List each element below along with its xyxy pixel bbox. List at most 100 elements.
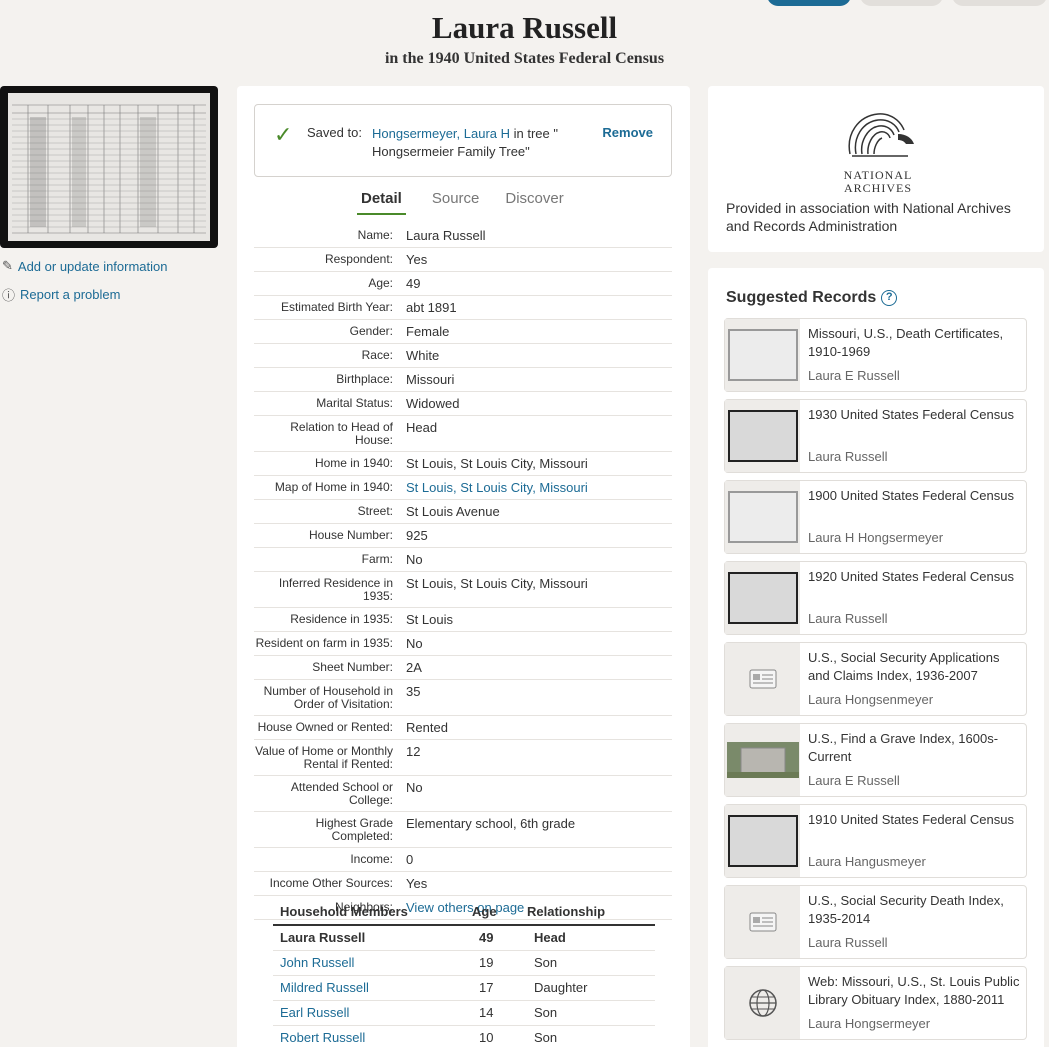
tab-detail[interactable]: Detail [357,190,406,215]
detail-value: 925 [406,528,428,543]
detail-label: Inferred Residence in 1935: [278,576,393,603]
detail-label: Sheet Number: [312,660,393,674]
saved-person-link[interactable]: Hongsermeyer, Laura H [372,126,510,141]
detail-row: Street: St Louis Avenue [254,500,672,524]
suggested-record-name: Laura Hongsermeyer [808,1016,931,1031]
suggested-records-title: Suggested Records ? [726,289,898,307]
detail-label: Income Other Sources: [269,876,393,890]
detail-label: Relation to Head of House: [290,420,393,447]
household-row: John Russell 19 Son [273,951,655,976]
household-member-age: 10 [479,1030,494,1045]
detail-value: Elementary school, 6th grade [406,816,576,831]
detail-label: Highest Grade Completed: [315,816,393,843]
household-member-link[interactable]: Earl Russell [280,1005,479,1020]
tab-discover[interactable]: Discover [505,190,563,215]
record-detail-panel: ✓ Saved to: Hongsermeyer, Laura H in tre… [237,86,690,1047]
document-image [727,491,798,543]
detail-value: White [406,348,440,363]
detail-row: Name: Laura Russell [254,224,672,248]
detail-label: House Number: [308,528,393,542]
suggested-record-card[interactable]: Web: Missouri, U.S., St. Louis Public Li… [724,966,1027,1040]
header-age: Age [472,904,497,919]
detail-label: Residence in 1935: [290,612,393,626]
document-image [727,815,798,867]
detail-row: Sheet Number: 2A [254,656,672,680]
census-sheet-image [8,93,210,241]
household-member-age: 19 [479,955,494,970]
national-archives-logo: NATIONAL ARCHIVES [828,104,928,195]
detail-value: 12 [406,744,421,759]
detail-value: Yes [406,876,428,891]
record-image-thumbnail[interactable] [0,86,218,248]
suggested-record-title: Missouri, U.S., Death Certificates, 1910… [808,326,1004,359]
document-image [727,410,798,462]
tertiary-action-button[interactable] [952,0,1047,6]
detail-value: 0 [406,852,414,867]
detail-row: Number of Household in Order of Visitati… [254,680,672,716]
suggested-record-card[interactable]: 1910 United States Federal Census Laura H… [724,804,1027,878]
report-problem-link[interactable]: ⓘ Report a problem [2,285,120,304]
household-member-relationship: Son [534,1030,558,1045]
record-thumbnail [725,400,800,472]
saved-to-tree-box: ✓ Saved to: Hongsermeyer, Laura H in tre… [254,104,672,177]
detail-label: Number of Household in Order of Visitati… [263,684,393,711]
record-thumbnail [725,562,800,634]
detail-value: Missouri [406,372,455,387]
suggested-record-name: Laura E Russell [808,773,900,788]
suggested-record-card[interactable]: Missouri, U.S., Death Certificates, 1910… [724,318,1027,392]
info-circle-icon: ⓘ [2,288,16,303]
page-header: Laura Russell in the 1940 United States … [0,10,1049,68]
detail-label: Race: [361,348,393,362]
suggested-record-name: Laura H Hongsermeyer [808,530,944,545]
suggested-record-name: Laura Hongsenmeyer [808,692,934,707]
detail-row: Value of Home or Monthly Rental if Rente… [254,740,672,776]
help-icon[interactable]: ? [881,290,898,306]
secondary-action-button[interactable] [860,0,943,6]
household-member-link[interactable]: John Russell [280,955,479,970]
household-member-relationship: Son [534,1005,558,1020]
suggested-record-name: Laura E Russell [808,368,900,383]
primary-action-button[interactable] [767,0,851,6]
detail-label: Gender: [349,324,393,338]
detail-row: Race: White [254,344,672,368]
detail-value: Laura Russell [406,228,486,243]
detail-row: Home in 1940: St Louis, St Louis City, Mi… [254,452,672,476]
suggested-record-card[interactable]: 1900 United States Federal Census Laura H… [724,480,1027,554]
household-member-link[interactable]: Mildred Russell [280,980,479,995]
household-row: Earl Russell 14 Son [273,1001,655,1026]
detail-label: Estimated Birth Year: [280,300,393,314]
suggested-record-name: Laura Hangusmeyer [808,854,926,869]
suggested-record-title: U.S., Find a Grave Index, 1600s-Current [808,731,999,764]
detail-row: Income: 0 [254,848,672,872]
suggested-record-title: 1930 United States Federal Census [808,407,1014,422]
detail-value: St Louis [406,612,453,627]
record-thumbnail [725,481,800,553]
suggested-record-card[interactable]: 1930 United States Federal Census Laura R… [724,399,1027,473]
suggested-record-card[interactable]: U.S., Find a Grave Index, 1600s-Current L… [724,723,1027,797]
document-image [727,329,798,381]
header-relationship: Relationship [527,904,606,919]
detail-row: Attended School or College: No [254,776,672,812]
detail-row: Respondent: Yes [254,248,672,272]
detail-row: House Owned or Rented: Rented [254,716,672,740]
detail-fields-table: Name: Laura Russell Respondent: Yes Age: 49 Es… [254,224,672,920]
tab-source[interactable]: Source [432,190,480,215]
id-card-icon [725,643,800,715]
add-update-info-link[interactable]: ✎ Add or update information [2,258,168,274]
household-row: Laura Russell 49 Head [273,926,655,951]
detail-value-link[interactable]: St Louis, St Louis City, Missouri [406,479,672,495]
detail-value: Female [406,324,450,339]
household-member-name: Laura Russell [280,930,366,945]
household-member-link[interactable]: Robert Russell [280,1030,479,1045]
household-member-age: 14 [479,1005,494,1020]
detail-row: Birthplace: Missouri [254,368,672,392]
household-member-age: 49 [479,930,494,945]
remove-button[interactable]: Remove [602,125,653,140]
page-title: Laura Russell [431,10,618,45]
detail-value: 2A [406,660,422,675]
detail-row: Residence in 1935: St Louis [254,608,672,632]
suggested-record-card[interactable]: U.S., Social Security Applications and C… [724,642,1027,716]
suggested-record-card[interactable]: U.S., Social Security Death Index, 1935-… [724,885,1027,959]
archives-attribution-text: Provided in association with National Ar… [726,200,1011,234]
suggested-record-card[interactable]: 1920 United States Federal Census Laura R… [724,561,1027,635]
